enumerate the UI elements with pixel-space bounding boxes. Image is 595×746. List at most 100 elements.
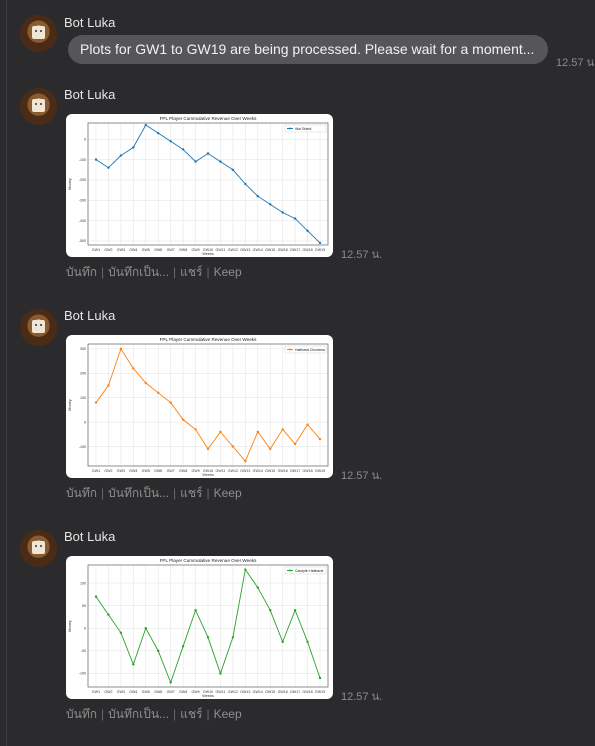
x-tick-label: GW12 [228,690,238,694]
avatar[interactable] [20,88,57,125]
avatar[interactable] [20,309,57,346]
legend: Wai Siriarit [284,124,327,133]
data-point [157,391,160,394]
x-tick-label: GW17 [290,248,300,252]
share-link[interactable]: แชร์ [180,707,202,721]
x-tick-label: GW8 [179,469,187,473]
x-tick-label: GW4 [129,469,137,473]
legend: Hattharat Chontana [284,345,327,354]
sender-name: Bot Luka [64,308,116,323]
data-point [194,428,197,431]
y-tick-label: 50 [82,604,86,608]
x-tick-label: GW16 [278,248,288,252]
chart-title: FPL Player Cummulative Revenue Over Week… [160,558,257,563]
data-point [107,384,110,387]
x-axis-label: Weeks [202,473,214,477]
sender-name: Bot Luka [64,529,116,544]
x-tick-label: GW15 [265,690,275,694]
y-tick-label: -200 [79,178,86,182]
data-point [231,636,235,639]
y-tick-label: -500 [79,239,86,243]
keep-link[interactable]: Keep [214,707,242,721]
legend: Candyfin Hattharat [284,566,327,575]
legend-label: Hattharat Chontana [295,348,325,352]
x-tick-label: GW4 [129,248,137,252]
avatar[interactable] [20,530,57,567]
x-tick-label: GW5 [142,469,150,473]
data-point [119,631,123,634]
timestamp: 12.57 น. [341,249,383,261]
data-point [181,418,185,421]
share-link[interactable]: แชร์ [180,486,202,500]
data-point [169,140,172,143]
save-as-link[interactable]: บันทึกเป็น... [108,265,169,279]
x-axis-label: Weeks [202,252,214,256]
y-tick-label: 0 [84,627,86,631]
data-point [244,568,247,571]
message-bubble[interactable]: Plots for GW1 to GW19 are being processe… [68,35,548,64]
legend-marker [289,127,291,130]
save-link[interactable]: บันทึก [66,486,97,500]
data-point [293,608,297,612]
data-point [256,430,259,434]
avatar[interactable] [20,15,57,52]
x-tick-label: GW2 [104,248,112,252]
x-tick-label: GW11 [215,469,225,473]
data-point [293,217,297,220]
data-point [269,203,272,206]
data-point [306,229,309,232]
x-tick-label: GW15 [265,469,275,473]
x-tick-label: GW18 [302,690,312,694]
y-axis-label: Money [68,620,72,631]
x-tick-label: GW1 [92,690,100,694]
save-as-link[interactable]: บันทึกเป็น... [108,486,169,500]
x-tick-label: GW7 [167,469,175,473]
x-tick-label: GW14 [253,248,263,252]
data-point [94,158,98,161]
x-tick-label: GW13 [240,690,250,694]
x-tick-label: GW7 [167,248,175,252]
plot-image[interactable]: FPL Player Cummulative Revenue Over Week… [66,114,333,257]
plot-image[interactable]: FPL Player Cummulative Revenue Over Week… [66,335,333,478]
data-point [281,428,284,431]
keep-link[interactable]: Keep [214,265,242,279]
data-point [219,672,222,675]
data-point [293,442,297,446]
x-tick-label: GW6 [154,248,162,252]
x-tick-label: GW5 [142,248,150,252]
keep-link[interactable]: Keep [214,486,242,500]
data-point [194,608,197,612]
data-point [181,645,185,648]
data-point [244,182,247,186]
x-tick-label: GW9 [191,469,199,473]
line-chart: FPL Player Cummulative Revenue Over Week… [68,337,329,477]
x-tick-label: GW17 [290,690,300,694]
plot-image[interactable]: FPL Player Cummulative Revenue Over Week… [66,556,333,699]
x-tick-label: GW18 [302,248,312,252]
x-tick-label: GW12 [228,469,238,473]
data-point [318,437,322,441]
data-point [231,445,235,448]
y-tick-label: 0 [84,138,86,142]
x-tick-label: GW12 [228,248,238,252]
x-tick-label: GW14 [253,690,263,694]
save-link[interactable]: บันทึก [66,707,97,721]
image-actions: บันทึก | บันทึกเป็น... | แชร์ | Keep [66,486,242,500]
y-tick-label: 100 [80,581,86,585]
data-point [181,148,185,151]
timestamp: 12.57 น. [341,691,383,703]
share-link[interactable]: แชร์ [180,265,202,279]
chart-title: FPL Player Cummulative Revenue Over Week… [160,116,257,121]
y-tick-label: 0 [84,420,86,424]
legend-marker [289,348,291,351]
x-tick-label: GW4 [129,690,137,694]
data-point [144,123,147,127]
save-as-link[interactable]: บันทึกเป็น... [108,707,169,721]
save-link[interactable]: บันทึก [66,265,97,279]
y-tick-label: -100 [79,672,86,676]
x-tick-label: GW1 [92,469,100,473]
thread-rule [6,0,7,746]
x-tick-label: GW6 [154,469,162,473]
x-tick-label: GW13 [240,248,250,252]
x-tick-label: GW11 [215,248,225,252]
